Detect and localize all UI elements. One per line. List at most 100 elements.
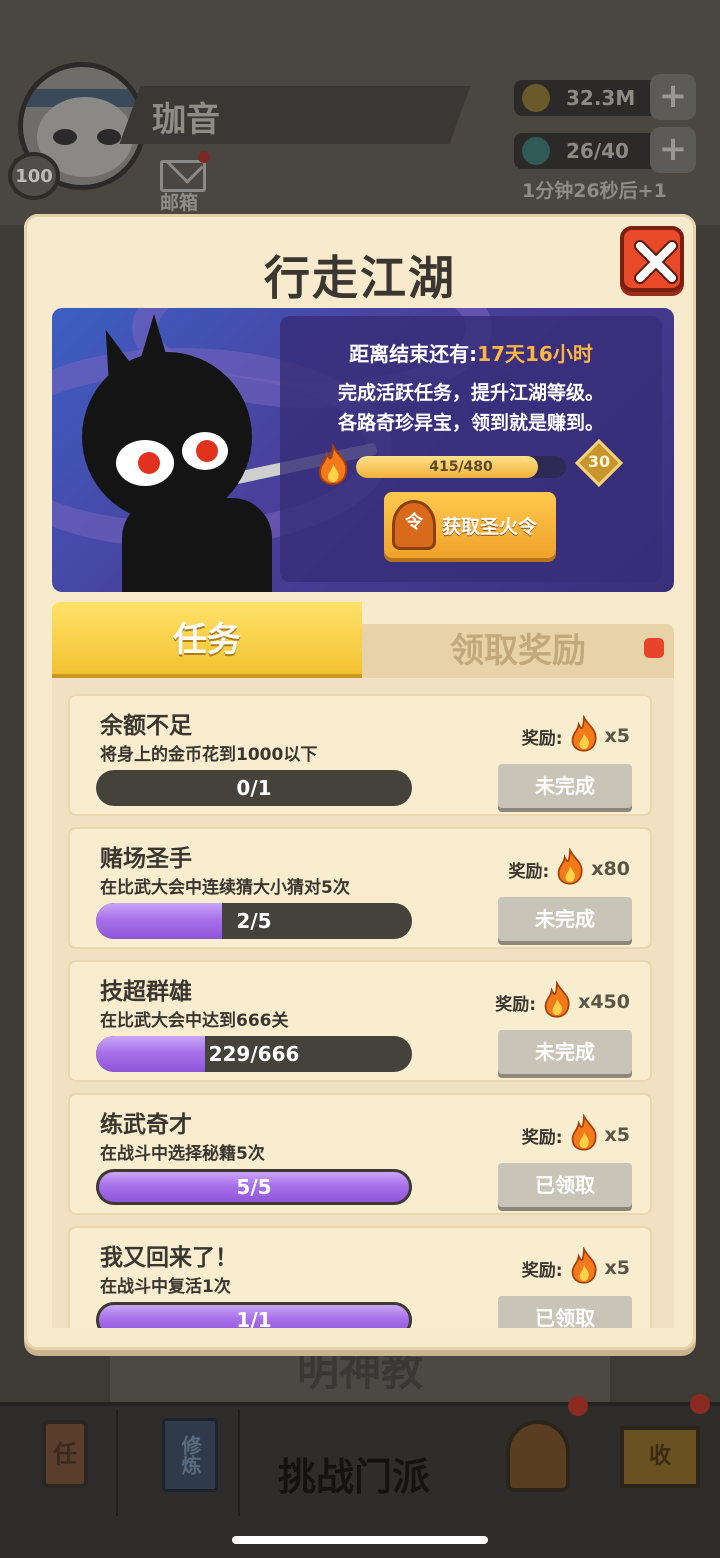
token-icon: 令: [392, 500, 436, 550]
ninja-head: [82, 352, 252, 522]
tab-reward-notification-dot: [644, 638, 664, 658]
task-reward: 奖励: x5: [521, 1245, 630, 1290]
avatar-eye-left: [53, 129, 77, 145]
ninja-eye: [116, 440, 174, 486]
gold-value: 32.3M: [566, 86, 636, 110]
fire-icon: [569, 1245, 599, 1290]
jianghu-event-modal: 行走江湖 距离结束还有:17天16小时 完成活跃任务，提升江湖等级。 各路奇珍异…: [24, 214, 696, 1350]
task-description: 在比武大会中达到666关: [100, 1011, 289, 1031]
fire-icon: [569, 1112, 599, 1157]
task-title: 我又回来了！: [100, 1245, 238, 1271]
countdown-time: 17天16小时: [477, 342, 593, 366]
reward-label: 奖励:: [495, 994, 537, 1015]
player-level-badge: 100: [8, 152, 60, 200]
task-card: 余额不足将身上的金币花到1000以下 0/1 奖励: x5 未完成: [68, 694, 652, 816]
reward-label: 奖励:: [508, 861, 550, 882]
book-icon[interactable]: 修炼: [162, 1418, 218, 1492]
task-description: 将身上的金币花到1000以下: [100, 745, 318, 765]
ninja-pupil: [138, 452, 160, 474]
countdown-prefix: 距离结束还有:: [349, 342, 478, 366]
event-countdown: 距离结束还有:17天16小时: [280, 338, 662, 367]
task-progress-text: 229/666: [208, 1042, 300, 1066]
task-title: 余额不足: [100, 713, 192, 739]
tab-tasks[interactable]: 任务: [52, 602, 362, 678]
energy-resource: 26/40 +: [514, 127, 696, 173]
house-icon[interactable]: 收: [620, 1426, 700, 1488]
coin-icon: [522, 84, 550, 112]
task-card: 练武奇才在战斗中选择秘籍5次 5/5 奖励: x5 已领取: [68, 1093, 652, 1215]
task-progress-bar: 5/5: [96, 1169, 412, 1205]
task-progress-bar: 2/5: [96, 903, 412, 939]
add-gold-button[interactable]: +: [650, 74, 696, 120]
task-title: 赌场圣手: [100, 846, 192, 872]
home-indicator[interactable]: [232, 1536, 488, 1544]
task-progress-text: 0/1: [236, 776, 272, 800]
event-banner: 距离结束还有:17天16小时 完成活跃任务，提升江湖等级。 各路奇珍异宝，领到就…: [52, 308, 674, 592]
event-level: 30: [587, 452, 611, 471]
task-progress-bar: 229/666: [96, 1036, 412, 1072]
scroll-icon[interactable]: 任: [42, 1420, 88, 1488]
task-card: 技超群雄在比武大会中达到666关 229/666 奖励: x450 未完成: [68, 960, 652, 1082]
nav-notification-dot: [568, 1396, 588, 1416]
energy-timer: 1分钟26秒后+1: [522, 180, 667, 202]
helmet-icon[interactable]: [506, 1420, 570, 1492]
energy-orb-icon: [522, 137, 550, 165]
xp-progress-bar: 415/480: [356, 456, 566, 478]
xp-progress-text: 415/480: [429, 459, 493, 475]
task-reward: 奖励: x5: [521, 713, 630, 758]
task-card: 赌场圣手在比武大会中连续猜大小猜对5次 2/5 奖励: x80 未完成: [68, 827, 652, 949]
close-button[interactable]: [620, 226, 684, 292]
reward-label: 奖励:: [521, 728, 563, 749]
reward-count: x5: [604, 1124, 630, 1146]
task-reward: 奖励: x450: [495, 979, 630, 1024]
nav-challenge-sect[interactable]: 挑战门派: [278, 1446, 430, 1501]
reward-count: x450: [578, 991, 630, 1013]
task-status-button[interactable]: 未完成: [498, 897, 632, 941]
banner-info-panel: 距离结束还有:17天16小时 完成活跃任务，提升江湖等级。 各路奇珍异宝，领到就…: [280, 316, 662, 582]
nav-notification-dot: [690, 1394, 710, 1414]
task-title: 练武奇才: [100, 1112, 192, 1138]
task-progress-text: 1/1: [236, 1308, 272, 1328]
task-progress-bar: 1/1: [96, 1302, 412, 1328]
avatar-eye-right: [97, 129, 121, 145]
task-status-button[interactable]: 未完成: [498, 764, 632, 808]
fire-icon: [542, 979, 572, 1024]
fire-icon: [555, 846, 585, 891]
event-description-line2: 各路奇珍异宝，领到就是赚到。: [337, 412, 604, 434]
energy-value: 26/40: [566, 139, 629, 163]
task-progress-bar: 0/1: [96, 770, 412, 806]
tab-rewards[interactable]: 领取奖励: [362, 624, 674, 678]
reward-label: 奖励:: [521, 1260, 563, 1281]
reward-count: x5: [604, 725, 630, 747]
task-status-button[interactable]: 未完成: [498, 1030, 632, 1074]
ninja-eye: [182, 432, 228, 470]
reward-count: x5: [604, 1257, 630, 1279]
task-progress-text: 5/5: [236, 1175, 272, 1199]
fire-icon: [569, 713, 599, 758]
task-status-button[interactable]: 已领取: [498, 1163, 632, 1207]
task-list[interactable]: 余额不足 将身上的金币花到1000以下 0/1 奖励: x5 未完成 赌场圣手 在比武大会中连…: [52, 678, 674, 1328]
mail-label[interactable]: 邮箱: [160, 188, 198, 215]
get-holy-fire-token-button[interactable]: 令 获取圣火令: [384, 492, 556, 558]
player-name: 珈音: [152, 100, 220, 140]
fire-icon: [318, 444, 348, 486]
reward-count: x80: [591, 858, 630, 880]
event-description-line1: 完成活跃任务，提升江湖等级。: [337, 382, 604, 404]
reward-label: 奖励:: [521, 1127, 563, 1148]
task-status-button[interactable]: 已领取: [498, 1296, 632, 1328]
get-button-label: 获取圣火令: [442, 516, 538, 538]
task-reward: 奖励: x80: [508, 846, 630, 891]
task-description: 在战斗中选择秘籍5次: [100, 1144, 265, 1164]
add-energy-button[interactable]: +: [650, 127, 696, 173]
mail-notification-dot: [198, 151, 210, 163]
task-description: 在比武大会中连续猜大小猜对5次: [100, 878, 350, 898]
ninja-pupil: [196, 440, 218, 462]
task-card: 我又回来了！ 在战斗中复活1次 1/1 奖励: x5 已领取: [68, 1226, 652, 1328]
task-reward: 奖励: x5: [521, 1112, 630, 1157]
modal-title: 行走江湖: [264, 251, 456, 305]
gold-resource: 32.3M +: [514, 74, 696, 120]
task-progress-text: 2/5: [236, 909, 272, 933]
bottom-nav: 任 修炼 挑战门派 收: [0, 1394, 720, 1558]
task-description: 在战斗中复活1次: [100, 1277, 231, 1297]
task-title: 技超群雄: [100, 979, 192, 1005]
